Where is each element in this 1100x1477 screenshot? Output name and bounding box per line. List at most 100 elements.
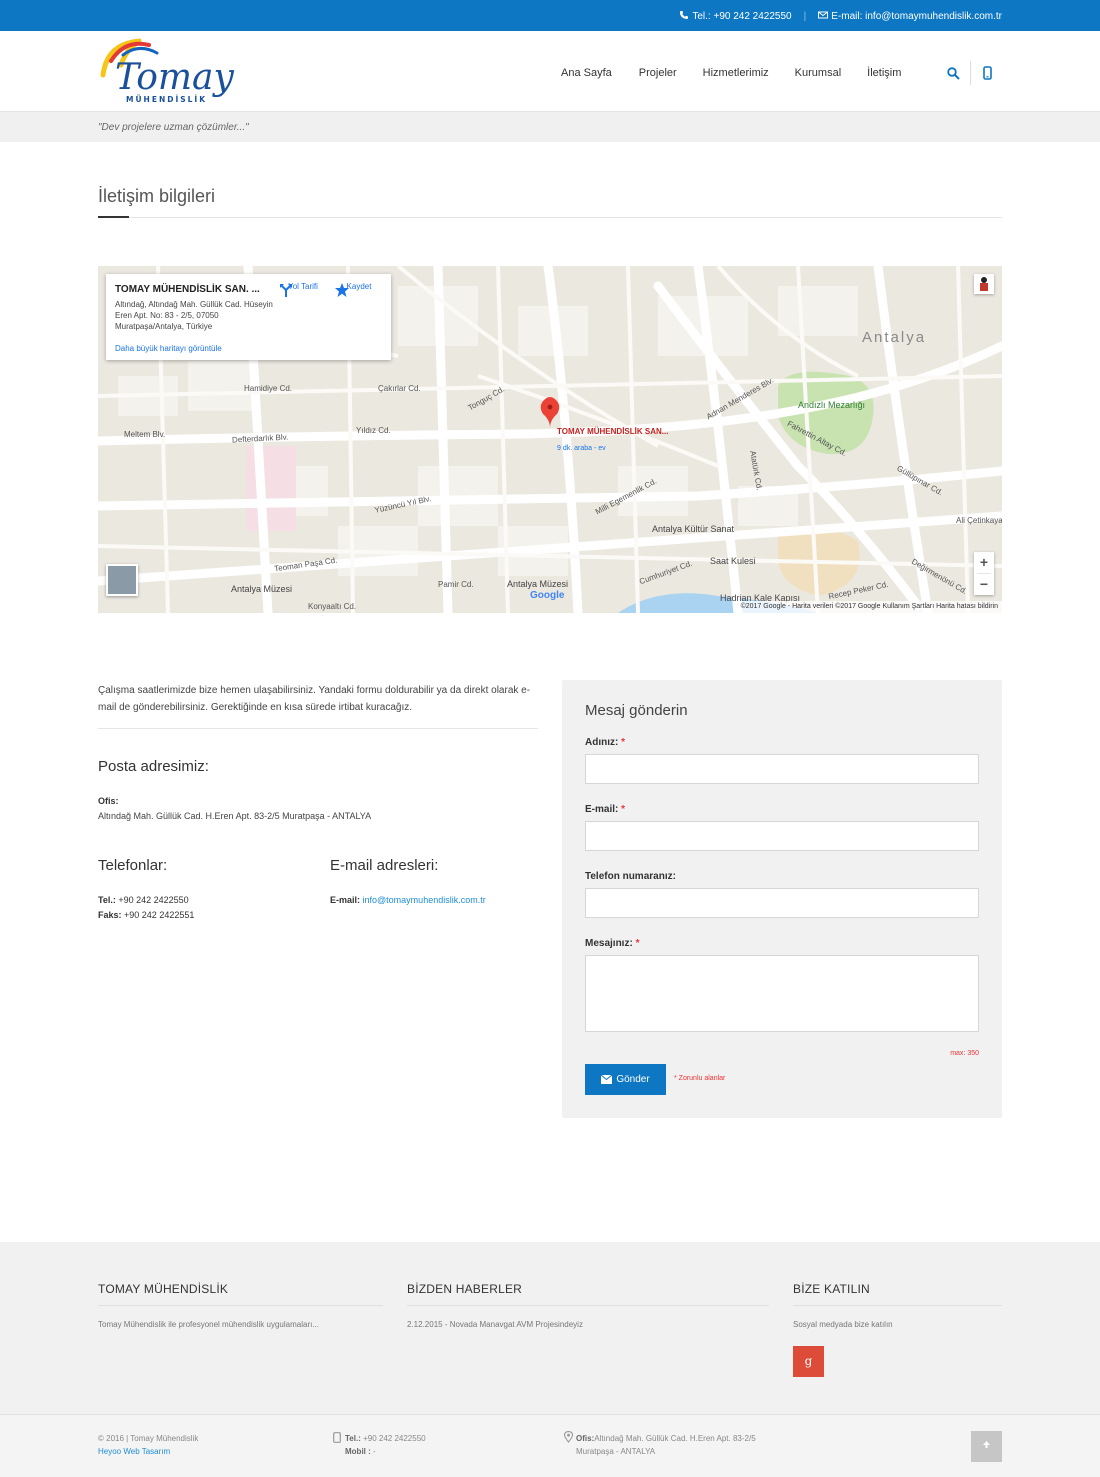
map-street-label: Pamir Cd. <box>438 580 474 589</box>
nav-item-corporate[interactable]: Kurumsal <box>795 67 841 79</box>
nav-item-contact[interactable]: İletişim <box>867 67 901 79</box>
send-button[interactable]: Gönder <box>585 1064 666 1095</box>
news-date: 2.12.2015 <box>407 1320 443 1329</box>
tel-label: Tel.: <box>98 895 116 905</box>
emails-heading: E-mail adresleri: <box>330 857 439 874</box>
fax-row: Faks: +90 242 2422551 <box>98 910 194 920</box>
top-phone-text: Tel.: +90 242 2422550 <box>692 11 792 22</box>
map-card-address: Altındağ, Altındağ Mah. Güllük Cad. Hüse… <box>115 300 273 331</box>
map-directions-button[interactable]: Yol Tarifi <box>278 282 328 297</box>
office-address: Altındağ Mah. Güllük Cad. H.Eren Apt. 83… <box>98 811 372 821</box>
map-card-title: TOMAY MÜHENDİSLİK SAN. ... <box>115 284 260 295</box>
map-street-label: Çakırlar Cd. <box>378 384 421 393</box>
footer-divider <box>98 1305 383 1306</box>
map-poi-label[interactable]: Antalya Kültür Sanat <box>652 524 734 534</box>
message-textarea[interactable] <box>585 955 979 1032</box>
map-larger-link[interactable]: Daha büyük haritayı görüntüle <box>115 344 222 353</box>
footer-news-title: BİZDEN HABERLER <box>407 1282 523 1296</box>
email-field-label-text: E-mail: <box>585 804 619 815</box>
contact-intro: Çalışma saatlerimizde bize hemen ulaşabi… <box>98 685 531 713</box>
bottom-tel-label: Tel.: <box>345 1434 361 1443</box>
fax-label: Faks: <box>98 910 122 920</box>
bottom-tel-value: +90 242 2422550 <box>363 1434 426 1443</box>
credit-link[interactable]: Heyoo Web Tasarım <box>98 1445 198 1458</box>
logo-mark: Tomay MÜHENDİSLİK <box>100 38 234 104</box>
bottom-mobile-value: - <box>373 1447 376 1456</box>
slogan-text: "Dev projelere uzman çözümler..." <box>98 122 249 133</box>
star-icon <box>335 283 349 297</box>
nav-item-projects[interactable]: Projeler <box>639 67 677 79</box>
required-mark: * <box>621 737 626 748</box>
nav-item-home[interactable]: Ana Sayfa <box>561 67 612 79</box>
envelope-icon <box>601 1075 613 1084</box>
footer-news-item[interactable]: 2.12.2015 - Novada Manavgat AVM Projesin… <box>407 1320 583 1329</box>
tel-row: Tel.: +90 242 2422550 <box>98 895 189 905</box>
scroll-to-top-button[interactable] <box>971 1431 1002 1462</box>
title-accent-bar <box>98 216 129 218</box>
name-label: Adınız: * <box>585 737 625 748</box>
site-footer: TOMAY MÜHENDİSLİK Tomay Mühendislik ile … <box>0 1242 1100 1414</box>
street-view-pegman-icon[interactable] <box>974 274 994 294</box>
message-label: Mesajınız: * <box>585 938 639 949</box>
map-save-button[interactable]: Kaydet <box>334 282 384 297</box>
postal-heading: Posta adresimiz: <box>98 758 209 775</box>
zoom-out-button[interactable]: − <box>974 574 994 595</box>
bottom-bar: © 2016 | Tomay Mühendislik Heyoo Web Tas… <box>0 1414 1100 1477</box>
email-input[interactable] <box>585 821 979 851</box>
phone-icon <box>680 11 689 19</box>
phones-heading: Telefonlar: <box>98 857 168 874</box>
top-phone[interactable]: Tel.: +90 242 2422550 <box>679 10 792 22</box>
max-char-note: max: 350 <box>950 1050 979 1057</box>
map-save-label: Kaydet <box>346 282 372 291</box>
fax-value: +90 242 2422551 <box>124 910 195 920</box>
email-row: E-mail: info@tomaymuhendislik.com.tr <box>330 895 486 905</box>
slogan-bar: "Dev projelere uzman çözümler..." <box>0 111 1100 142</box>
search-icon[interactable] <box>947 66 960 80</box>
top-separator: | <box>803 10 807 22</box>
map-satellite-toggle[interactable] <box>106 564 138 596</box>
map-pin-label: TOMAY MÜHENDİSLİK SAN... <box>557 427 669 436</box>
footer-about-text: Tomay Mühendislik ile profesyonel mühend… <box>98 1320 319 1329</box>
google-plus-button[interactable]: g <box>793 1346 824 1377</box>
copyright-text: © 2016 | Tomay Mühendislik <box>98 1434 199 1443</box>
name-input[interactable] <box>585 754 979 784</box>
send-button-label: Gönder <box>616 1074 650 1085</box>
bottom-office-line2: Muratpaşa - ANTALYA <box>576 1447 656 1456</box>
header-divider <box>970 61 971 85</box>
email-link[interactable]: info@tomaymuhendislik.com.tr <box>363 895 486 905</box>
required-mark: * <box>621 804 626 815</box>
office-label-text: Ofis: <box>98 796 119 806</box>
zoom-in-button[interactable]: + <box>974 552 994 573</box>
mobile-phone-icon[interactable] <box>983 66 992 80</box>
mobile-phone-icon <box>333 1432 341 1443</box>
bottom-office-line1: Altındağ Mah. Güllük Cad. H.Eren Apt. 83… <box>594 1434 756 1443</box>
google-plus-icon: g <box>804 1354 813 1368</box>
map-poi-label[interactable]: Antalya Müzesi <box>231 584 292 594</box>
title-divider <box>98 217 1002 218</box>
google-map[interactable]: TOMAY MÜHENDİSLİK SAN. ... Altındağ, Alt… <box>98 266 1002 613</box>
bottom-mobile-label: Mobil : <box>345 1447 371 1456</box>
directions-icon <box>280 284 292 297</box>
map-poi-label[interactable]: Saat Kulesi <box>710 556 756 566</box>
message-label-text: Mesajınız: <box>585 938 633 949</box>
location-pin-icon <box>564 1431 573 1443</box>
required-fields-note: * Zorunlu alanlar <box>674 1075 726 1082</box>
top-email[interactable]: E-mail: info@tomaymuhendislik.com.tr <box>818 10 1002 22</box>
bottom-office-label: Ofis: <box>576 1434 595 1443</box>
map-zoom-control: + − <box>974 552 994 595</box>
map-street-label: Ali Çetinkaya Cd. <box>956 516 1002 525</box>
required-mark: * <box>635 938 640 949</box>
map-attribution[interactable]: ©2017 Google - Harita verileri ©2017 Goo… <box>736 601 1002 613</box>
email-field-label: E-mail: * <box>585 804 625 815</box>
page-title: İletişim bilgileri <box>98 186 216 206</box>
top-contact-bar: Tel.: +90 242 2422550 | E-mail: info@tom… <box>0 0 1100 31</box>
phone-input[interactable] <box>585 888 979 918</box>
nav-item-services[interactable]: Hizmetlerimiz <box>703 67 769 79</box>
footer-divider <box>793 1305 1002 1306</box>
map-poi-label[interactable]: Antalya Müzesi <box>507 579 568 589</box>
logo[interactable]: Tomay MÜHENDİSLİK <box>97 37 245 105</box>
tel-value: +90 242 2422550 <box>118 895 189 905</box>
footer-about-title: TOMAY MÜHENDİSLİK <box>98 1282 229 1296</box>
phone-field-label: Telefon numaranız: <box>585 871 676 882</box>
map-city-label: Antalya <box>862 329 927 346</box>
